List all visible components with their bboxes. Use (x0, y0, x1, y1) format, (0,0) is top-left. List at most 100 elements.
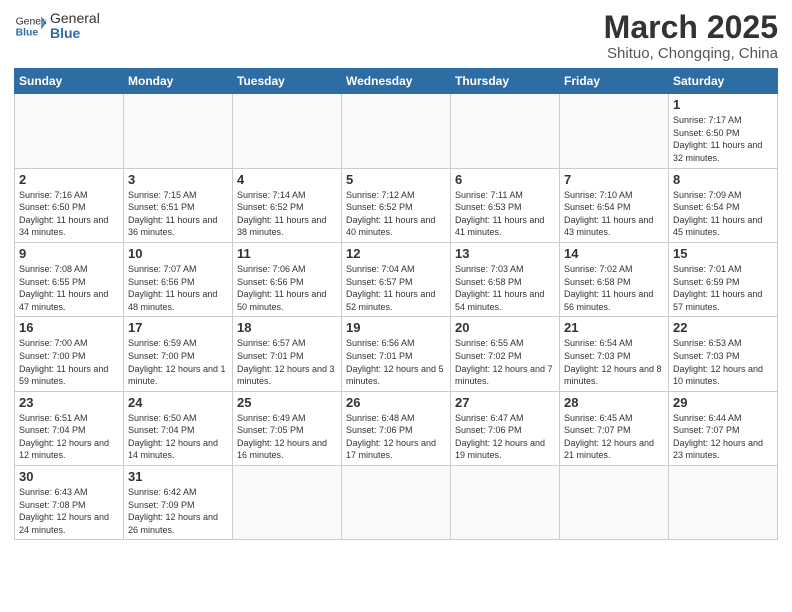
calendar-week-3: 9 Sunrise: 7:08 AM Sunset: 6:55 PM Daylig… (15, 242, 778, 316)
day-info: Sunrise: 6:56 AM Sunset: 7:01 PM Dayligh… (346, 337, 446, 387)
weekday-saturday: Saturday (669, 69, 778, 94)
calendar-cell: 30Sunrise: 6:43 AM Sunset: 7:08 PM Dayli… (15, 466, 124, 540)
day-number: 14 (564, 246, 664, 261)
calendar-cell: 29 Sunrise: 6:44 AM Sunset: 7:07 PM Dayli… (669, 391, 778, 465)
calendar-week-4: 16 Sunrise: 7:00 AM Sunset: 7:00 PM Dayli… (15, 317, 778, 391)
weekday-friday: Friday (560, 69, 669, 94)
calendar-cell: 21Sunrise: 6:54 AM Sunset: 7:03 PM Dayli… (560, 317, 669, 391)
calendar-cell: 5 Sunrise: 7:12 AM Sunset: 6:52 PM Daylig… (342, 168, 451, 242)
weekday-header-row: SundayMondayTuesdayWednesdayThursdayFrid… (15, 69, 778, 94)
weekday-sunday: Sunday (15, 69, 124, 94)
calendar-week-6: 30Sunrise: 6:43 AM Sunset: 7:08 PM Dayli… (15, 466, 778, 540)
day-info: Sunrise: 7:17 AM Sunset: 6:50 PM Dayligh… (673, 114, 773, 164)
day-info: Sunrise: 7:00 AM Sunset: 7:00 PM Dayligh… (19, 337, 119, 387)
day-info: Sunrise: 7:04 AM Sunset: 6:57 PM Dayligh… (346, 263, 446, 313)
day-info: Sunrise: 6:48 AM Sunset: 7:06 PM Dayligh… (346, 412, 446, 462)
day-number: 1 (673, 97, 773, 112)
calendar-cell: 22 Sunrise: 6:53 AM Sunset: 7:03 PM Dayli… (669, 317, 778, 391)
day-number: 24 (128, 395, 228, 410)
calendar-cell: 23Sunrise: 6:51 AM Sunset: 7:04 PM Dayli… (15, 391, 124, 465)
day-info: Sunrise: 6:44 AM Sunset: 7:07 PM Dayligh… (673, 412, 773, 462)
calendar-cell: 11Sunrise: 7:06 AM Sunset: 6:56 PM Dayli… (233, 242, 342, 316)
calendar-cell: 15Sunrise: 7:01 AM Sunset: 6:59 PM Dayli… (669, 242, 778, 316)
day-number: 7 (564, 172, 664, 187)
day-number: 30 (19, 469, 119, 484)
calendar-cell: 25 Sunrise: 6:49 AM Sunset: 7:05 PM Dayli… (233, 391, 342, 465)
main-title: March 2025 (604, 10, 778, 45)
day-info: Sunrise: 6:55 AM Sunset: 7:02 PM Dayligh… (455, 337, 555, 387)
calendar-body: 1 Sunrise: 7:17 AM Sunset: 6:50 PM Daylig… (15, 94, 778, 540)
calendar-cell: 20 Sunrise: 6:55 AM Sunset: 7:02 PM Dayli… (451, 317, 560, 391)
day-number: 3 (128, 172, 228, 187)
day-info: Sunrise: 6:57 AM Sunset: 7:01 PM Dayligh… (237, 337, 337, 387)
day-number: 5 (346, 172, 446, 187)
calendar-cell: 31Sunrise: 6:42 AM Sunset: 7:09 PM Dayli… (124, 466, 233, 540)
day-number: 11 (237, 246, 337, 261)
calendar-cell: 28Sunrise: 6:45 AM Sunset: 7:07 PM Dayli… (560, 391, 669, 465)
calendar-cell: 9 Sunrise: 7:08 AM Sunset: 6:55 PM Daylig… (15, 242, 124, 316)
subtitle: Shituo, Chongqing, China (604, 45, 778, 62)
day-number: 12 (346, 246, 446, 261)
day-info: Sunrise: 7:08 AM Sunset: 6:55 PM Dayligh… (19, 263, 119, 313)
day-number: 31 (128, 469, 228, 484)
calendar-cell: 7 Sunrise: 7:10 AM Sunset: 6:54 PM Daylig… (560, 168, 669, 242)
calendar-cell: 10 Sunrise: 7:07 AM Sunset: 6:56 PM Dayli… (124, 242, 233, 316)
weekday-wednesday: Wednesday (342, 69, 451, 94)
calendar-cell (451, 94, 560, 168)
calendar-cell (15, 94, 124, 168)
calendar-week-5: 23Sunrise: 6:51 AM Sunset: 7:04 PM Dayli… (15, 391, 778, 465)
day-number: 15 (673, 246, 773, 261)
day-number: 4 (237, 172, 337, 187)
day-number: 23 (19, 395, 119, 410)
calendar-cell: 18 Sunrise: 6:57 AM Sunset: 7:01 PM Dayli… (233, 317, 342, 391)
day-number: 17 (128, 320, 228, 335)
calendar-cell (342, 94, 451, 168)
day-info: Sunrise: 6:50 AM Sunset: 7:04 PM Dayligh… (128, 412, 228, 462)
logo-general-text: General (50, 11, 100, 26)
calendar-cell (669, 466, 778, 540)
day-info: Sunrise: 7:14 AM Sunset: 6:52 PM Dayligh… (237, 189, 337, 239)
day-info: Sunrise: 6:54 AM Sunset: 7:03 PM Dayligh… (564, 337, 664, 387)
day-info: Sunrise: 6:59 AM Sunset: 7:00 PM Dayligh… (128, 337, 228, 387)
calendar-week-2: 2 Sunrise: 7:16 AM Sunset: 6:50 PM Daylig… (15, 168, 778, 242)
day-info: Sunrise: 6:49 AM Sunset: 7:05 PM Dayligh… (237, 412, 337, 462)
day-info: Sunrise: 7:07 AM Sunset: 6:56 PM Dayligh… (128, 263, 228, 313)
day-number: 9 (19, 246, 119, 261)
day-info: Sunrise: 7:03 AM Sunset: 6:58 PM Dayligh… (455, 263, 555, 313)
day-info: Sunrise: 6:53 AM Sunset: 7:03 PM Dayligh… (673, 337, 773, 387)
day-number: 19 (346, 320, 446, 335)
logo-icon: General Blue (14, 10, 46, 42)
svg-text:Blue: Blue (16, 28, 39, 39)
day-number: 10 (128, 246, 228, 261)
page-header: General Blue General Blue March 2025 Shi… (14, 10, 778, 62)
calendar-cell: 3 Sunrise: 7:15 AM Sunset: 6:51 PM Daylig… (124, 168, 233, 242)
day-info: Sunrise: 7:15 AM Sunset: 6:51 PM Dayligh… (128, 189, 228, 239)
day-info: Sunrise: 7:10 AM Sunset: 6:54 PM Dayligh… (564, 189, 664, 239)
day-number: 2 (19, 172, 119, 187)
calendar-cell (233, 466, 342, 540)
day-number: 27 (455, 395, 555, 410)
title-block: March 2025 Shituo, Chongqing, China (604, 10, 778, 62)
day-number: 20 (455, 320, 555, 335)
calendar-cell: 1 Sunrise: 7:17 AM Sunset: 6:50 PM Daylig… (669, 94, 778, 168)
day-number: 22 (673, 320, 773, 335)
calendar-cell: 2 Sunrise: 7:16 AM Sunset: 6:50 PM Daylig… (15, 168, 124, 242)
day-number: 28 (564, 395, 664, 410)
day-info: Sunrise: 7:16 AM Sunset: 6:50 PM Dayligh… (19, 189, 119, 239)
day-info: Sunrise: 7:12 AM Sunset: 6:52 PM Dayligh… (346, 189, 446, 239)
calendar-cell: 16 Sunrise: 7:00 AM Sunset: 7:00 PM Dayli… (15, 317, 124, 391)
logo-blue-text: Blue (50, 26, 100, 41)
calendar-cell: 19 Sunrise: 6:56 AM Sunset: 7:01 PM Dayli… (342, 317, 451, 391)
calendar-cell: 27Sunrise: 6:47 AM Sunset: 7:06 PM Dayli… (451, 391, 560, 465)
day-number: 25 (237, 395, 337, 410)
day-number: 16 (19, 320, 119, 335)
day-info: Sunrise: 7:02 AM Sunset: 6:58 PM Dayligh… (564, 263, 664, 313)
day-number: 29 (673, 395, 773, 410)
calendar-cell (342, 466, 451, 540)
logo: General Blue General Blue (14, 10, 100, 42)
calendar-cell: 6Sunrise: 7:11 AM Sunset: 6:53 PM Daylig… (451, 168, 560, 242)
calendar: SundayMondayTuesdayWednesdayThursdayFrid… (14, 68, 778, 540)
day-number: 18 (237, 320, 337, 335)
day-info: Sunrise: 7:09 AM Sunset: 6:54 PM Dayligh… (673, 189, 773, 239)
day-info: Sunrise: 7:11 AM Sunset: 6:53 PM Dayligh… (455, 189, 555, 239)
